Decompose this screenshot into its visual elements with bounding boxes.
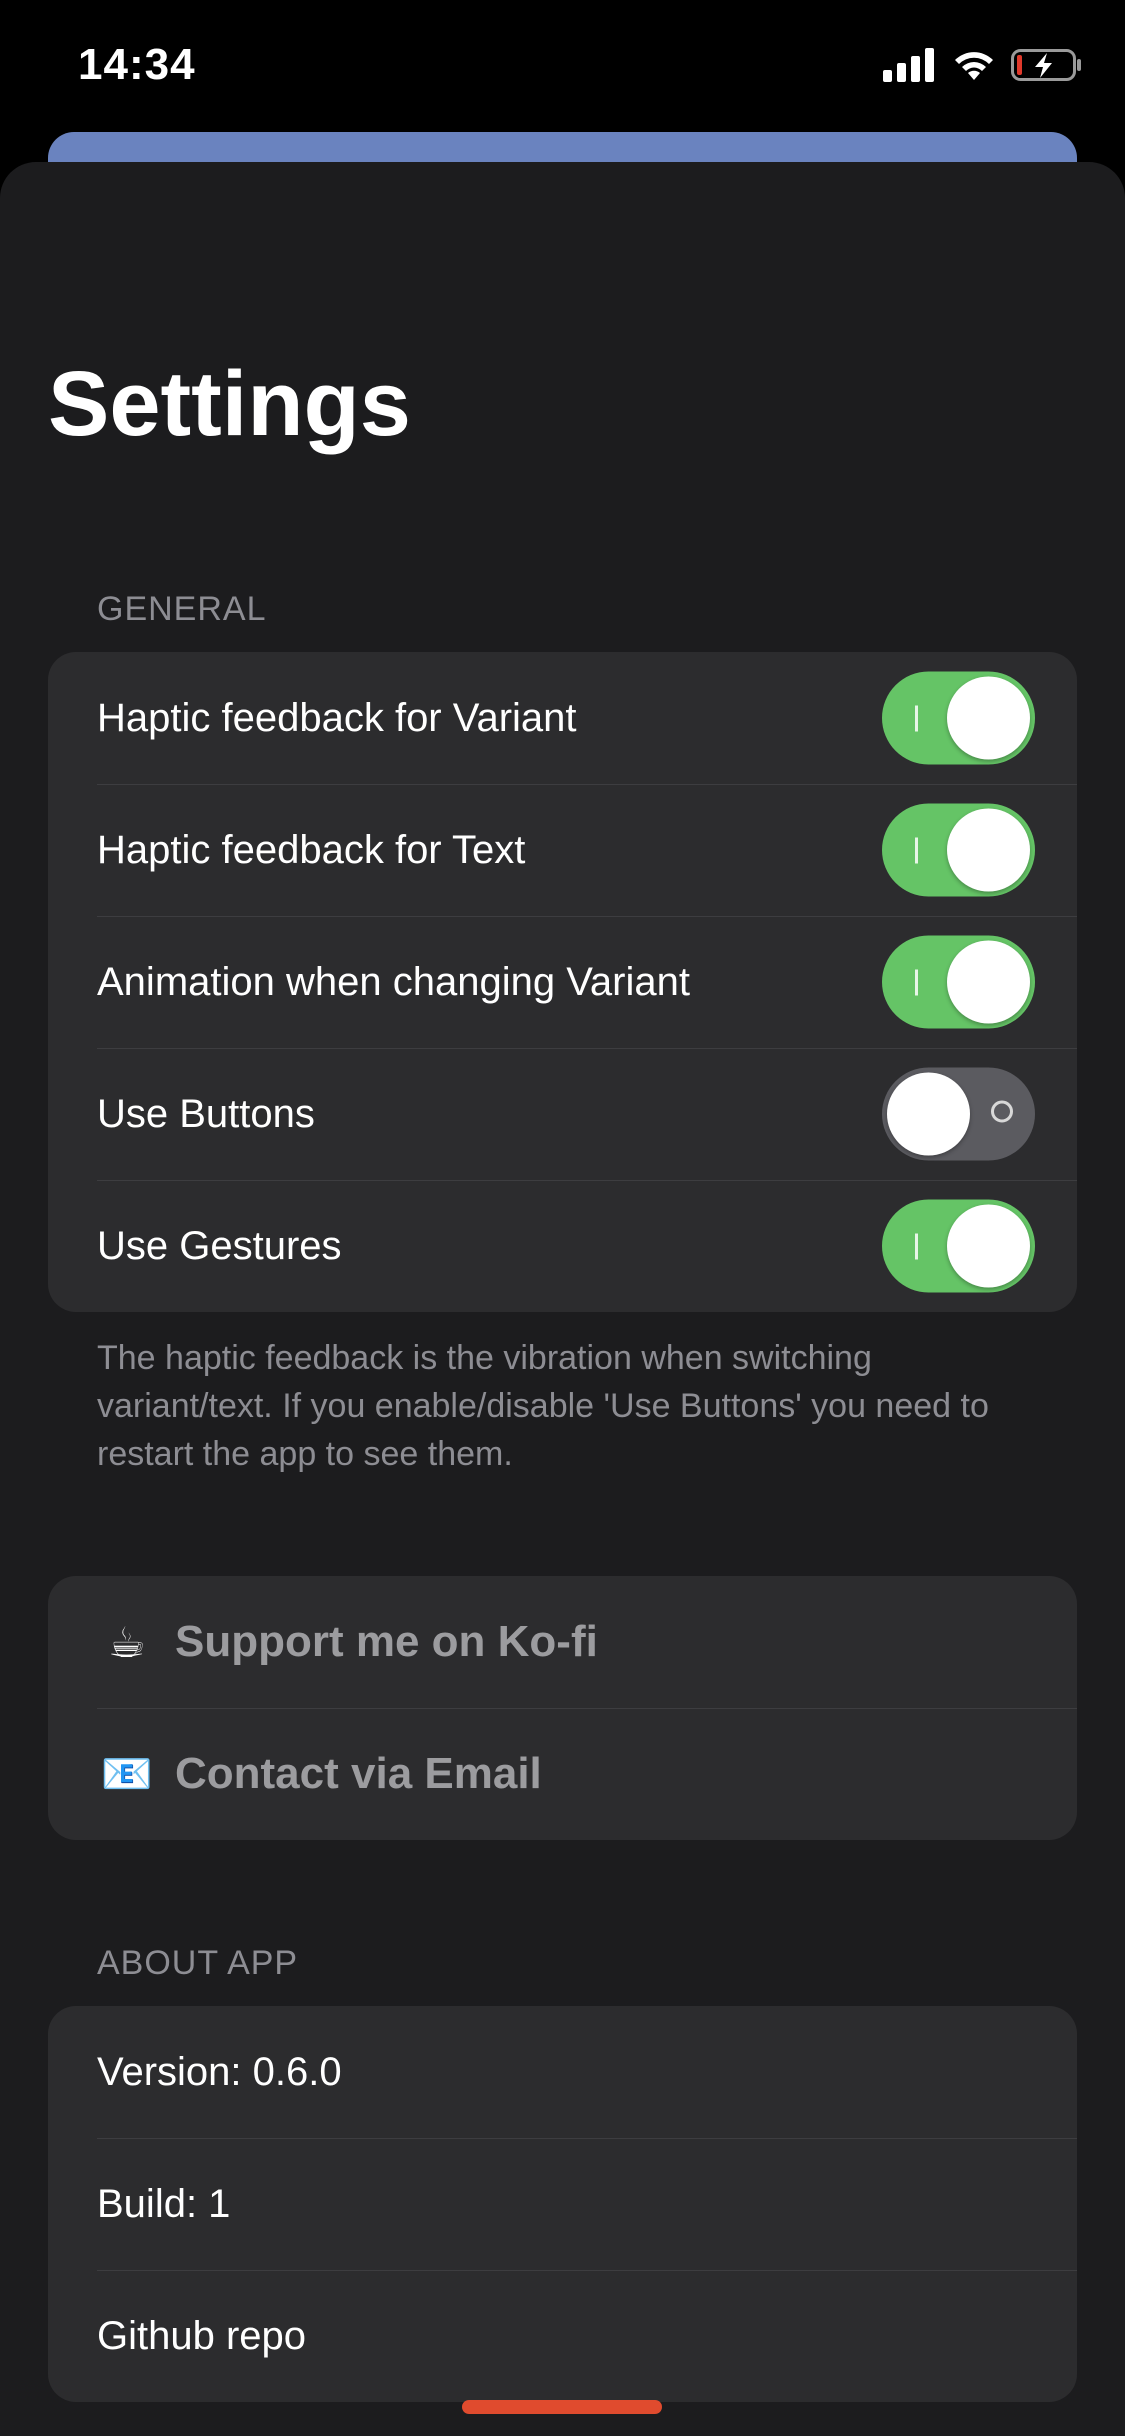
status-icons (883, 48, 1083, 82)
general-settings-group: Haptic feedback for Variant Haptic feedb… (48, 652, 1077, 1312)
haptic-variant-toggle[interactable] (882, 671, 1035, 765)
toggle-knob (887, 1072, 970, 1156)
setting-row-haptic-text: Haptic feedback for Text (48, 784, 1077, 916)
link-label: Support me on Ko-fi (175, 1617, 598, 1666)
version-row: Version: 0.6.0 (48, 2006, 1077, 2138)
toggle-on-indicator (915, 837, 918, 864)
build-row: Build: 1 (48, 2138, 1077, 2270)
setting-row-haptic-variant: Haptic feedback for Variant (48, 652, 1077, 784)
setting-label: Animation when changing Variant (97, 959, 690, 1004)
links-group: ☕ Support me on Ko-fi 📧 Contact via Emai… (48, 1576, 1077, 1840)
toggle-knob (947, 1204, 1030, 1288)
home-indicator[interactable] (462, 2400, 662, 2414)
setting-row-animation: Animation when changing Variant (48, 916, 1077, 1048)
contact-email-link[interactable]: 📧 Contact via Email (48, 1708, 1077, 1840)
github-repo-link[interactable]: Github repo (48, 2270, 1077, 2402)
status-time: 14:34 (78, 40, 196, 89)
setting-label: Haptic feedback for Text (97, 827, 526, 872)
general-footer-note: The haptic feedback is the vibration whe… (97, 1339, 989, 1473)
setting-row-use-buttons: Use Buttons (48, 1048, 1077, 1180)
toggle-knob (947, 940, 1030, 1024)
section-header-general: GENERAL (97, 590, 267, 628)
toggle-on-indicator (915, 705, 918, 732)
coffee-icon: ☕ (108, 1618, 146, 1666)
use-gestures-toggle[interactable] (882, 1199, 1035, 1293)
link-label: Contact via Email (175, 1749, 542, 1798)
setting-row-use-gestures: Use Gestures (48, 1180, 1077, 1312)
cellular-signal-icon (883, 48, 934, 82)
section-header-about: ABOUT APP (97, 1944, 299, 1982)
toggle-knob (947, 808, 1030, 892)
toggle-off-indicator (991, 1100, 1013, 1123)
about-group: Version: 0.6.0 Build: 1 Github repo (48, 2006, 1077, 2402)
toggle-on-indicator (915, 969, 918, 996)
setting-label: Use Gestures (97, 1223, 342, 1268)
setting-label: Haptic feedback for Variant (97, 695, 577, 740)
setting-label: Use Buttons (97, 1091, 315, 1136)
battery-charging-icon (1011, 49, 1081, 81)
toggle-on-indicator (915, 1233, 918, 1260)
toggle-knob (947, 676, 1030, 760)
version-label: Version: 0.6.0 (97, 2049, 342, 2094)
page-title: Settings (48, 353, 411, 455)
use-buttons-toggle[interactable] (882, 1067, 1035, 1161)
github-repo-label: Github repo (97, 2313, 307, 2358)
haptic-text-toggle[interactable] (882, 803, 1035, 897)
wifi-icon (955, 52, 993, 80)
email-icon: 📧 (100, 1749, 154, 1797)
animation-toggle[interactable] (882, 935, 1035, 1029)
support-kofi-link[interactable]: ☕ Support me on Ko-fi (48, 1576, 1077, 1708)
build-label: Build: 1 (97, 2181, 231, 2226)
